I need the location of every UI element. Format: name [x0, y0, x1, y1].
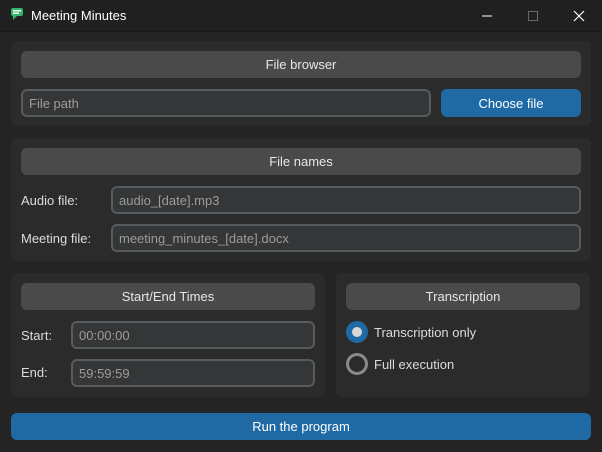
meeting-file-input[interactable]: meeting_minutes_[date].docx [111, 224, 581, 252]
radio-unselected-icon[interactable] [346, 353, 368, 375]
file-browser-header: File browser [21, 51, 581, 78]
start-label: Start: [21, 328, 53, 343]
chat-bubble-icon [10, 7, 24, 21]
radio-label-full-execution: Full execution [374, 357, 455, 372]
transcription-frame: Transcription Transcription only Full ex… [336, 273, 590, 397]
start-time-input[interactable]: 00:00:00 [71, 321, 315, 349]
app-window: Meeting Minutes File browser File path C… [0, 0, 602, 452]
close-button[interactable] [556, 0, 602, 31]
end-label: End: [21, 365, 48, 380]
radio-selected-icon[interactable] [346, 321, 368, 343]
end-time-input[interactable]: 59:59:59 [71, 359, 315, 387]
maximize-icon [528, 10, 538, 21]
close-icon [573, 10, 585, 21]
times-frame: Start/End Times Start: 00:00:00 End: 59:… [11, 273, 325, 397]
file-browser-frame: File browser File path Choose file [11, 41, 591, 126]
window-title: Meeting Minutes [31, 8, 127, 23]
transcription-header: Transcription [346, 283, 580, 310]
times-header: Start/End Times [21, 283, 315, 310]
audio-file-input[interactable]: audio_[date].mp3 [111, 186, 581, 214]
meeting-file-label: Meeting file: [21, 231, 92, 246]
file-names-frame: File names Audio file: audio_[date].mp3 … [11, 138, 591, 261]
choose-file-button[interactable]: Choose file [441, 89, 581, 117]
title-bar[interactable]: Meeting Minutes [0, 0, 602, 32]
run-program-button[interactable]: Run the program [11, 413, 591, 440]
minimize-button[interactable] [464, 0, 510, 31]
audio-file-label: Audio file: [21, 193, 79, 208]
maximize-button[interactable] [510, 0, 556, 31]
minimize-icon [482, 15, 492, 16]
file-names-header: File names [21, 148, 581, 175]
file-path-input[interactable]: File path [21, 89, 431, 117]
radio-label-transcription-only: Transcription only [374, 325, 477, 340]
